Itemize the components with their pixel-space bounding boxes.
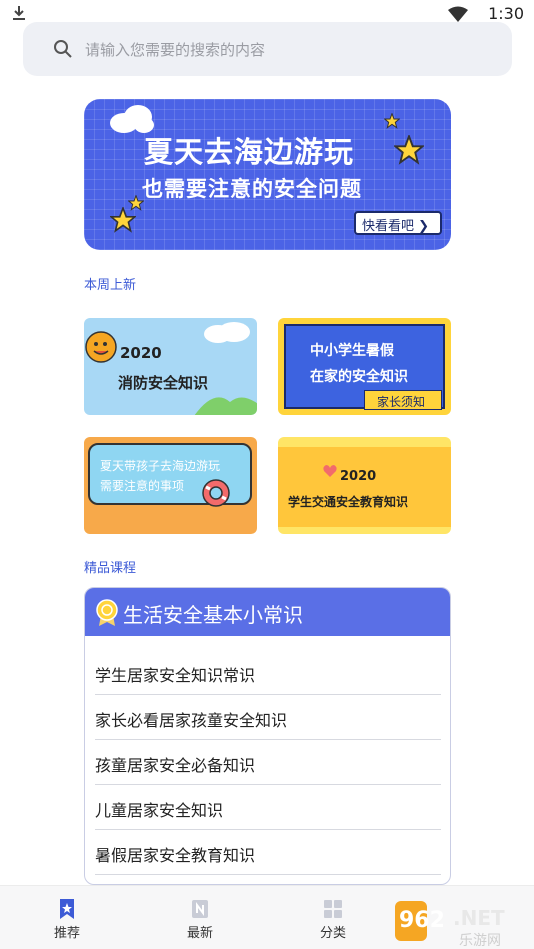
- card-traffic-safety[interactable]: 2020 学生交通安全教育知识: [278, 437, 451, 534]
- search-bar[interactable]: 请输入您需要的搜索的内容: [23, 22, 512, 76]
- section-weekly-new: 本周上新: [84, 278, 137, 293]
- watermark-graphic: 962 .NET 乐游网: [395, 901, 505, 949]
- download-icon: [13, 6, 25, 20]
- card-tag: 家长须知: [364, 390, 442, 410]
- course-item[interactable]: 家长必看居家孩童安全知识: [95, 695, 441, 740]
- svg-text:乐游网: 乐游网: [459, 933, 501, 949]
- tab-label: 推荐: [53, 926, 80, 941]
- award-badge-icon: [96, 599, 118, 626]
- star-icon: [110, 207, 136, 233]
- card-fire-safety[interactable]: 2020 消防安全知识: [84, 318, 257, 415]
- sun-icon: [85, 331, 117, 363]
- new-icon: [192, 900, 208, 918]
- search-icon: [54, 40, 72, 58]
- hero-banner[interactable]: 夏天去海边游玩 也需要注意的安全问题 快看看吧 ❯: [84, 99, 451, 250]
- star-icon: [394, 135, 424, 165]
- tab-recommend[interactable]: 推荐: [0, 886, 134, 949]
- bookmark-icon: [60, 899, 74, 919]
- tab-label: 分类: [319, 926, 346, 941]
- course-item[interactable]: 孩童居家安全必备知识: [95, 740, 441, 785]
- svg-text:.NET: .NET: [453, 906, 505, 930]
- card-year: 2020: [340, 469, 377, 484]
- star-icon: [384, 113, 400, 129]
- banner-more-button[interactable]: 快看看吧 ❯: [354, 211, 442, 235]
- course-item[interactable]: 儿童居家安全知识: [95, 785, 441, 830]
- svg-text:962: 962: [399, 908, 445, 933]
- course-item[interactable]: 学生居家安全知识常识: [95, 650, 441, 695]
- course-item[interactable]: 暑假居家安全教育知识: [95, 830, 441, 875]
- card-line2: 在家的安全知识: [310, 369, 408, 385]
- card-line1: 中小学生暑假: [310, 343, 394, 359]
- heart-icon: [323, 465, 337, 477]
- card-line1: 夏天带孩子去海边游玩: [100, 459, 221, 473]
- course-header: 生活安全基本小常识: [85, 588, 450, 636]
- tab-latest[interactable]: 最新: [133, 886, 267, 949]
- banner-title: 夏天去海边游玩: [144, 135, 355, 169]
- card-panel: [278, 447, 451, 527]
- course-title: 生活安全基本小常识: [123, 603, 303, 627]
- card-beach-trip[interactable]: 夏天带孩子去海边游玩 需要注意的事项: [84, 437, 257, 534]
- card-title: 学生交通安全教育知识: [288, 495, 409, 509]
- card-title: 消防安全知识: [118, 374, 209, 392]
- tab-category[interactable]: 分类: [266, 886, 400, 949]
- tab-label: 最新: [186, 926, 213, 941]
- card-year: 2020: [120, 344, 162, 362]
- wifi-icon: [448, 6, 468, 22]
- cloud-icon: [204, 322, 250, 343]
- card-summer-home-safety[interactable]: 中小学生暑假 在家的安全知识 家长须知: [278, 318, 451, 415]
- grid-icon: [324, 900, 342, 918]
- watermark-logo: 962 .NET 乐游网: [393, 895, 533, 949]
- section-featured: 精品课程: [84, 561, 137, 576]
- card-line2: 需要注意的事项: [100, 479, 185, 493]
- banner-subtitle: 也需要注意的安全问题: [142, 177, 362, 201]
- course-panel: 生活安全基本小常识 学生居家安全知识常识 家长必看居家孩童安全知识 孩童居家安全…: [84, 587, 451, 885]
- search-placeholder: 请输入您需要的搜索的内容: [85, 41, 266, 59]
- clock: 1:30: [488, 4, 524, 23]
- swim-ring-icon: [202, 479, 230, 507]
